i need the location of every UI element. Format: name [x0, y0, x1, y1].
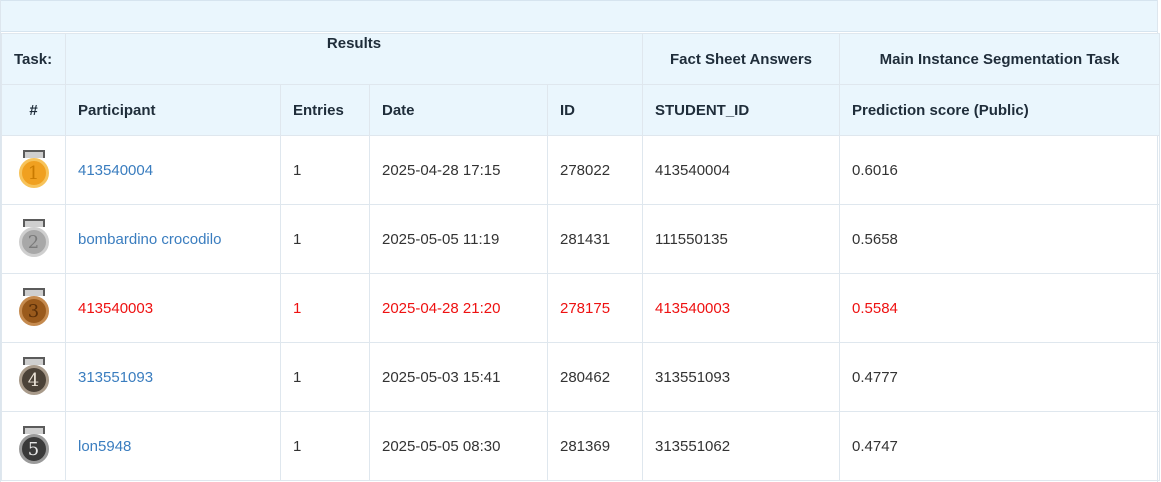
- id-cell: 278175: [547, 273, 643, 343]
- participant-column-header[interactable]: Participant: [65, 84, 281, 136]
- participant-link[interactable]: 413540004: [78, 162, 153, 179]
- results-group-header: Results: [65, 33, 643, 85]
- id-cell: 281369: [547, 411, 643, 481]
- student-id-column-header[interactable]: STUDENT_ID: [642, 84, 840, 136]
- entries-cell: 1: [280, 204, 370, 274]
- rank-cell: 4: [1, 342, 66, 412]
- participant-cell: 413540003: [65, 273, 281, 343]
- score-cell: 0.5584: [839, 273, 1160, 343]
- table-row-highlighted: 3 413540003 1 2025-04-28 21:20 278175 41…: [1, 273, 1160, 343]
- medal-rank: 1: [18, 158, 49, 188]
- task-label: Task:: [1, 33, 66, 85]
- medal-rank: 4: [18, 365, 49, 395]
- main-task-group-header: Main Instance Segmentation Task: [839, 33, 1160, 85]
- leaderboard-panel: Task: Results Fact Sheet Answers Main In…: [0, 0, 1160, 482]
- participant-cell: 413540004: [65, 135, 281, 205]
- participant-link[interactable]: 413540003: [78, 300, 153, 317]
- table-row: 5 lon5948 1 2025-05-05 08:30 281369 3135…: [1, 411, 1160, 481]
- participant-cell: 313551093: [65, 342, 281, 412]
- id-cell: 278022: [547, 135, 643, 205]
- participant-link[interactable]: bombardino crocodilo: [78, 231, 221, 248]
- results-label: Results: [326, 35, 382, 52]
- column-header-row: # Participant Entries Date ID STUDENT_ID…: [1, 84, 1160, 136]
- participant-link[interactable]: 313551093: [78, 369, 153, 386]
- medal-rank: 5: [18, 434, 49, 464]
- entries-cell: 1: [280, 411, 370, 481]
- id-column-header[interactable]: ID: [547, 84, 643, 136]
- student-id-cell: 413540003: [642, 273, 840, 343]
- id-cell: 280462: [547, 342, 643, 412]
- bronze-medal-icon: 3: [18, 288, 49, 328]
- rank-cell: 3: [1, 273, 66, 343]
- score-column-header[interactable]: Prediction score (Public): [839, 84, 1160, 136]
- id-cell: 281431: [547, 204, 643, 274]
- student-id-cell: 413540004: [642, 135, 840, 205]
- medal-rank: 2: [18, 227, 49, 257]
- rank-4-medal-icon: 4: [18, 357, 49, 397]
- score-cell: 0.4747: [839, 411, 1160, 481]
- student-id-cell: 111550135: [642, 204, 840, 274]
- participant-cell: bombardino crocodilo: [65, 204, 281, 274]
- table-row: 4 313551093 1 2025-05-03 15:41 280462 31…: [1, 342, 1160, 412]
- leaderboard-table: Task: Results Fact Sheet Answers Main In…: [1, 33, 1160, 481]
- silver-medal-icon: 2: [18, 219, 49, 259]
- rank-5-medal-icon: 5: [18, 426, 49, 466]
- entries-column-header[interactable]: Entries: [280, 84, 370, 136]
- participant-link[interactable]: lon5948: [78, 438, 131, 455]
- rank-cell: 2: [1, 204, 66, 274]
- medal-rank: 3: [18, 296, 49, 326]
- fact-sheet-group-header: Fact Sheet Answers: [642, 33, 840, 85]
- entries-cell: 1: [280, 135, 370, 205]
- participant-cell: lon5948: [65, 411, 281, 481]
- table-row: 1 413540004 1 2025-04-28 17:15 278022 41…: [1, 135, 1160, 205]
- leaderboard-top-bar: [1, 0, 1157, 32]
- date-cell: 2025-04-28 17:15: [369, 135, 548, 205]
- score-cell: 0.5658: [839, 204, 1160, 274]
- task-header-row: Task: Results Fact Sheet Answers Main In…: [1, 33, 1160, 85]
- student-id-cell: 313551062: [642, 411, 840, 481]
- rank-cell: 1: [1, 135, 66, 205]
- entries-cell: 1: [280, 342, 370, 412]
- score-cell: 0.6016: [839, 135, 1160, 205]
- rank-column-header[interactable]: #: [1, 84, 66, 136]
- date-cell: 2025-04-28 21:20: [369, 273, 548, 343]
- date-cell: 2025-05-05 11:19: [369, 204, 548, 274]
- gold-medal-icon: 1: [18, 150, 49, 190]
- date-column-header[interactable]: Date: [369, 84, 548, 136]
- date-cell: 2025-05-03 15:41: [369, 342, 548, 412]
- rank-cell: 5: [1, 411, 66, 481]
- date-cell: 2025-05-05 08:30: [369, 411, 548, 481]
- student-id-cell: 313551093: [642, 342, 840, 412]
- entries-cell: 1: [280, 273, 370, 343]
- table-row: 2 bombardino crocodilo 1 2025-05-05 11:1…: [1, 204, 1160, 274]
- score-cell: 0.4777: [839, 342, 1160, 412]
